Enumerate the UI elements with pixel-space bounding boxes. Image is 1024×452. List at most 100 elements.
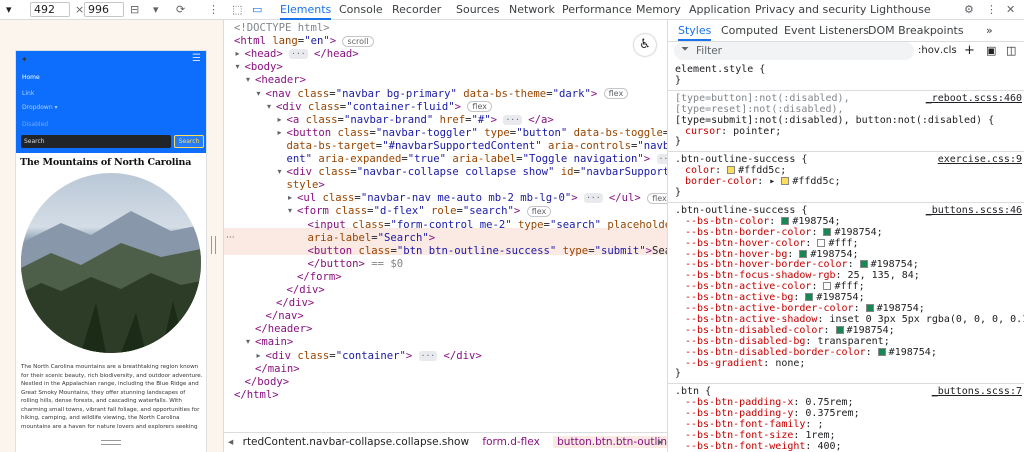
rule-source-link[interactable]: exercise.css:9 [938, 154, 1022, 165]
style-declaration[interactable]: --bs-btn-padding-x: 0.75rem; [685, 397, 854, 408]
style-declaration[interactable]: --bs-btn-border-color: #198754; [685, 227, 883, 238]
close-icon[interactable]: ✕ [1006, 3, 1015, 17]
nav-link-dropdown[interactable]: Dropdown ▾ [22, 104, 58, 111]
style-declaration[interactable]: --bs-btn-active-color: #fff; [685, 281, 865, 292]
style-declaration[interactable]: --bs-btn-active-border-color: #198754; [685, 303, 925, 314]
breadcrumb-item[interactable]: rtedContent.navbar-collapse.collapse.sho… [243, 436, 469, 448]
node-options-icon[interactable]: ··· [226, 233, 235, 243]
style-declaration[interactable]: --bs-gradient: none; [685, 358, 805, 369]
dom-node-line[interactable]: </main> [255, 363, 300, 376]
tab-computed[interactable]: Computed [721, 21, 778, 41]
throttle-dropdown-icon[interactable]: ▾ [153, 3, 159, 17]
expand-toggle-icon[interactable]: ▸ [278, 128, 282, 137]
zoom-dropdown-icon[interactable]: ⊟ [130, 3, 139, 17]
class-toggle-button[interactable]: .cls [940, 45, 957, 56]
page-search-input[interactable]: Search [21, 135, 171, 148]
breadcrumb-item[interactable]: form.d-flex [482, 436, 539, 448]
rule-source-link[interactable]: _buttons.scss:7 [932, 386, 1022, 397]
expand-toggle-icon[interactable]: ▾ [267, 102, 271, 111]
dom-node-line[interactable]: </div> [276, 297, 314, 310]
style-declaration[interactable]: --bs-btn-active-shadow: inset 0 3px 5px … [685, 314, 1024, 325]
style-declaration[interactable]: --bs-btn-focus-shadow-rgb: 25, 135, 84; [685, 270, 920, 281]
filter-input[interactable]: ⏷ Filter [674, 42, 914, 60]
tab-elements[interactable]: Elements [280, 0, 332, 20]
dom-node-line[interactable]: <main> [255, 336, 293, 349]
dom-node-line[interactable]: </button> == $0 [308, 258, 404, 271]
expand-toggle-icon[interactable]: ▾ [246, 75, 250, 84]
style-declaration[interactable]: --bs-btn-font-size: 1rem; [685, 430, 836, 441]
dom-node-line[interactable]: <head> ··· </head> [245, 48, 359, 61]
tab-styles[interactable]: Styles [678, 21, 712, 41]
emulated-page[interactable]: ✦ ☰ Home Link Dropdown ▾ Disabled Search… [15, 50, 207, 452]
device-dropdown-icon[interactable]: ▾ [6, 3, 12, 17]
dom-node-line[interactable]: <header> [255, 74, 306, 87]
dom-node-line[interactable]: <body> [245, 61, 283, 74]
dom-node-line[interactable]: <form class="d-flex" role="search"> flex [297, 205, 552, 218]
dom-node-line[interactable]: style> [287, 179, 325, 192]
style-declaration[interactable]: --bs-btn-disabled-border-color: #198754; [685, 347, 937, 358]
brand-logo-icon[interactable]: ✦ [21, 55, 28, 64]
style-declaration[interactable]: color: #ffdd5c; [685, 165, 786, 176]
dom-node-line[interactable]: <a class="navbar-brand" href="#"> ··· </… [287, 114, 554, 127]
tab-event-listeners[interactable]: Event Listeners [784, 21, 869, 41]
dom-node-line[interactable]: </header> [255, 323, 312, 336]
style-declaration[interactable]: --bs-btn-font-family: ; [685, 419, 823, 430]
style-declaration[interactable]: --bs-btn-hover-bg: #198754; [685, 249, 859, 260]
resize-handle-bottom[interactable] [101, 440, 121, 445]
expand-toggle-icon[interactable]: ▾ [236, 62, 240, 71]
device-toggle-icon[interactable]: ▭ [252, 3, 262, 17]
computed-sidebar-icon[interactable]: ▣ [986, 44, 996, 57]
dom-node-line[interactable]: <button class="navbar-toggler" type="but… [287, 127, 668, 140]
style-declaration[interactable]: --bs-btn-disabled-bg: transparent; [685, 336, 890, 347]
tab-network[interactable]: Network [509, 0, 555, 20]
expand-toggle-icon[interactable]: ▾ [288, 206, 292, 215]
inspect-icon[interactable]: ⬚ [232, 3, 242, 17]
style-declaration[interactable]: --bs-btn-color: #198754; [685, 216, 841, 227]
more-icon[interactable]: ⋮ [208, 3, 219, 17]
expand-toggle-icon[interactable]: ▸ [236, 49, 240, 58]
new-rule-icon[interactable]: + [964, 43, 975, 58]
rule-source-link[interactable]: _reboot.scss:460 [926, 93, 1022, 104]
breadcrumb-item-active[interactable]: button.btn.btn-outline-success [553, 436, 667, 448]
style-declaration[interactable]: --bs-btn-disabled-color: #198754; [685, 325, 895, 336]
style-declaration[interactable]: --bs-btn-hover-border-color: #198754; [685, 259, 919, 270]
expand-toggle-icon[interactable]: ▸ [257, 351, 261, 360]
nav-link-link[interactable]: Link [22, 90, 34, 97]
tab-performance[interactable]: Performance [562, 0, 632, 20]
dom-node-line[interactable]: <!DOCTYPE html> [234, 22, 330, 35]
style-declaration[interactable]: --bs-btn-active-bg: #198754; [685, 292, 865, 303]
dom-node-line[interactable]: </html> [234, 389, 279, 402]
page-search-button[interactable]: Search [174, 135, 204, 148]
resize-handle-right[interactable] [211, 236, 216, 254]
dom-node-line[interactable]: <html lang="en"> scroll [234, 35, 374, 48]
dom-node-line[interactable]: <button class="btn btn-outline-success" … [308, 245, 668, 258]
style-declaration[interactable]: --bs-btn-font-weight: 400; [685, 441, 842, 452]
tab-console[interactable]: Console [339, 0, 383, 20]
tab-sources[interactable]: Sources [456, 0, 500, 20]
expand-toggle-icon[interactable]: ▾ [257, 89, 261, 98]
dom-node-line[interactable]: <input class="form-control me-2" type="s… [308, 219, 668, 232]
tab-recorder[interactable]: Recorder [392, 0, 441, 20]
dom-node-line[interactable]: <ul class="navbar-nav me-auto mb-2 mb-lg… [297, 192, 667, 205]
more-tabs-icon[interactable]: » [986, 21, 993, 41]
tab-lighthouse[interactable]: Lighthouse [870, 0, 931, 20]
dom-node-line[interactable]: <nav class="navbar bg-primary" data-bs-t… [266, 88, 629, 101]
breadcrumb-scroll-right-icon[interactable]: ▸ [658, 433, 663, 452]
tab-application[interactable]: Application [689, 0, 750, 20]
dom-node-line[interactable]: <div class="container"> ··· </div> [266, 350, 482, 363]
tab-privacy-security[interactable]: Privacy and security [755, 0, 866, 20]
expand-toggle-icon[interactable]: ▸ [278, 115, 282, 124]
dom-node-line[interactable]: <div class="container-fluid"> flex [276, 101, 492, 114]
style-declaration[interactable]: --bs-btn-padding-y: 0.375rem; [685, 408, 860, 419]
dom-node-line[interactable]: data-bs-target="#navbarSupportedContent"… [287, 140, 668, 153]
dom-node-line[interactable]: </nav> [266, 310, 304, 323]
style-declaration[interactable]: cursor: pointer; [685, 126, 781, 137]
rotate-icon[interactable]: ⟳ [176, 3, 185, 17]
accessibility-icon[interactable]: ♿ [634, 34, 656, 56]
style-declaration[interactable]: --bs-btn-hover-color: #fff; [685, 238, 859, 249]
dom-node-line[interactable]: aria-label="Search"> [308, 232, 436, 245]
expand-toggle-icon[interactable]: ▾ [246, 337, 250, 346]
toggle-sidebar-icon[interactable]: ◫ [1006, 44, 1016, 57]
dom-node-line[interactable]: </body> [245, 376, 290, 389]
breadcrumb-scroll-left-icon[interactable]: ◂ [228, 436, 233, 448]
